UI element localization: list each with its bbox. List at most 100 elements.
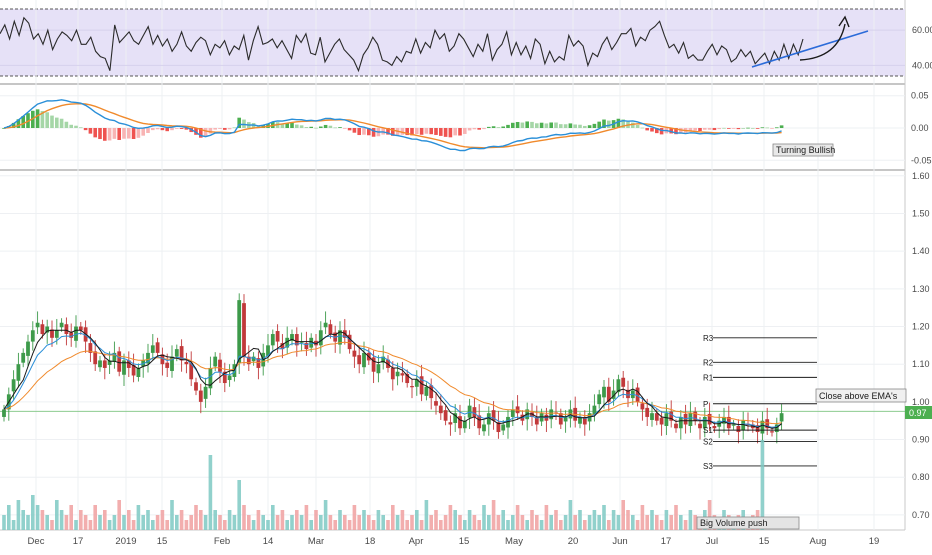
macd-histogram-bar — [136, 128, 141, 138]
volume-bar — [640, 505, 645, 530]
macd-histogram-bar — [765, 127, 769, 129]
candle-body — [318, 330, 323, 346]
volume-bar — [367, 515, 371, 530]
volume-bar — [50, 520, 54, 530]
candle-body — [227, 375, 232, 381]
candle-body — [150, 345, 155, 353]
volume-bar — [659, 520, 664, 530]
volume-bar — [611, 510, 616, 530]
volume-bar — [482, 505, 486, 530]
candle-body — [218, 359, 222, 372]
volume-bar — [26, 515, 30, 530]
macd-histogram-bar — [338, 127, 342, 128]
volume-bar — [381, 515, 385, 530]
candle-body — [328, 324, 333, 335]
macd-histogram-bar — [592, 123, 597, 128]
macd-histogram-bar — [290, 122, 294, 128]
macd-histogram-bar — [232, 127, 237, 129]
candle-body — [424, 386, 429, 396]
price-y-tick: 1.10 — [912, 359, 930, 369]
macd-histogram-bar — [549, 122, 553, 128]
macd-histogram-bar — [775, 127, 779, 129]
volume-bar — [645, 515, 649, 530]
volume-bar — [223, 520, 227, 530]
macd-histogram-bar — [506, 124, 510, 128]
x-tick-label: 2019 — [115, 536, 136, 547]
macd-histogram-bar — [511, 122, 515, 128]
macd-histogram-bar — [319, 126, 323, 128]
price-y-tick: 0.90 — [912, 435, 930, 445]
x-tick-label: 17 — [661, 536, 672, 547]
volume-bar — [194, 505, 198, 530]
macd-histogram-bar — [751, 127, 755, 129]
candle-body — [184, 361, 189, 365]
macd-histogram-bar — [165, 128, 169, 132]
candle-body — [102, 360, 107, 368]
macd-histogram-bar — [779, 125, 784, 128]
macd-histogram-bar — [343, 128, 347, 129]
macd-histogram-bar — [597, 121, 601, 128]
macd-histogram-bar — [554, 122, 558, 128]
candle-body — [362, 352, 366, 368]
macd-histogram-bar — [573, 124, 577, 128]
volume-bar — [650, 510, 654, 530]
candle-body — [64, 324, 69, 335]
volume-bar — [405, 520, 409, 530]
macd-histogram-bar — [515, 121, 520, 128]
x-tick-label: 19 — [869, 536, 880, 547]
candle-body — [69, 332, 74, 338]
volume-bar — [189, 515, 193, 530]
candle-body — [174, 349, 179, 357]
macd-histogram-bar — [93, 128, 97, 138]
candle-body — [11, 379, 16, 392]
volume-bar — [362, 510, 366, 530]
macd-histogram-bar — [530, 121, 534, 128]
volume-bar — [55, 500, 59, 530]
candle-body — [98, 360, 102, 368]
pivot-label: P — [703, 400, 708, 409]
macd-histogram-bar — [218, 128, 222, 129]
volume-bar — [352, 505, 357, 530]
pivot-label: S1 — [703, 426, 713, 435]
volume-bar — [511, 515, 515, 530]
macd-histogram-bar — [347, 128, 352, 131]
candle-body — [674, 423, 678, 429]
volume-bar — [280, 510, 285, 530]
volume-bar — [443, 515, 448, 530]
macd-histogram-bar — [69, 124, 73, 128]
macd-histogram-bar — [371, 128, 376, 137]
volume-bar — [679, 515, 683, 530]
volume-bar — [410, 515, 414, 530]
macd-histogram-bar — [122, 128, 126, 139]
volume-bar — [131, 520, 136, 530]
macd-histogram-bar — [88, 128, 93, 134]
candle-body — [659, 417, 664, 425]
volume-bar — [386, 520, 390, 530]
candle-body — [429, 385, 434, 399]
price-y-tick: 1.30 — [912, 284, 930, 294]
volume-bar — [184, 520, 189, 530]
candle-body — [136, 367, 141, 378]
volume-bar — [458, 515, 462, 530]
macd-histogram-bar — [323, 124, 328, 128]
macd-histogram-bar — [304, 127, 309, 128]
candle-body — [736, 425, 741, 433]
macd-histogram-bar — [741, 127, 745, 129]
macd-histogram-bar — [568, 123, 573, 128]
macd-histogram-bar — [535, 123, 539, 128]
macd-histogram-bar — [640, 127, 645, 129]
volume-bar — [179, 510, 184, 530]
volume-bar — [563, 515, 568, 530]
volume-bar — [506, 520, 510, 530]
volume-bar — [419, 520, 424, 530]
macd-y-tick: -0.05 — [911, 155, 932, 165]
macd-histogram-bar — [443, 128, 448, 137]
candle-body — [93, 351, 98, 365]
macd-histogram-bar — [146, 128, 150, 133]
candle-body — [510, 409, 515, 417]
candle-body — [558, 413, 563, 425]
price-y-tick: 0.80 — [912, 472, 930, 482]
macd-histogram-bar — [463, 128, 467, 134]
macd-histogram-bar — [213, 128, 217, 130]
candle-body — [635, 387, 640, 402]
